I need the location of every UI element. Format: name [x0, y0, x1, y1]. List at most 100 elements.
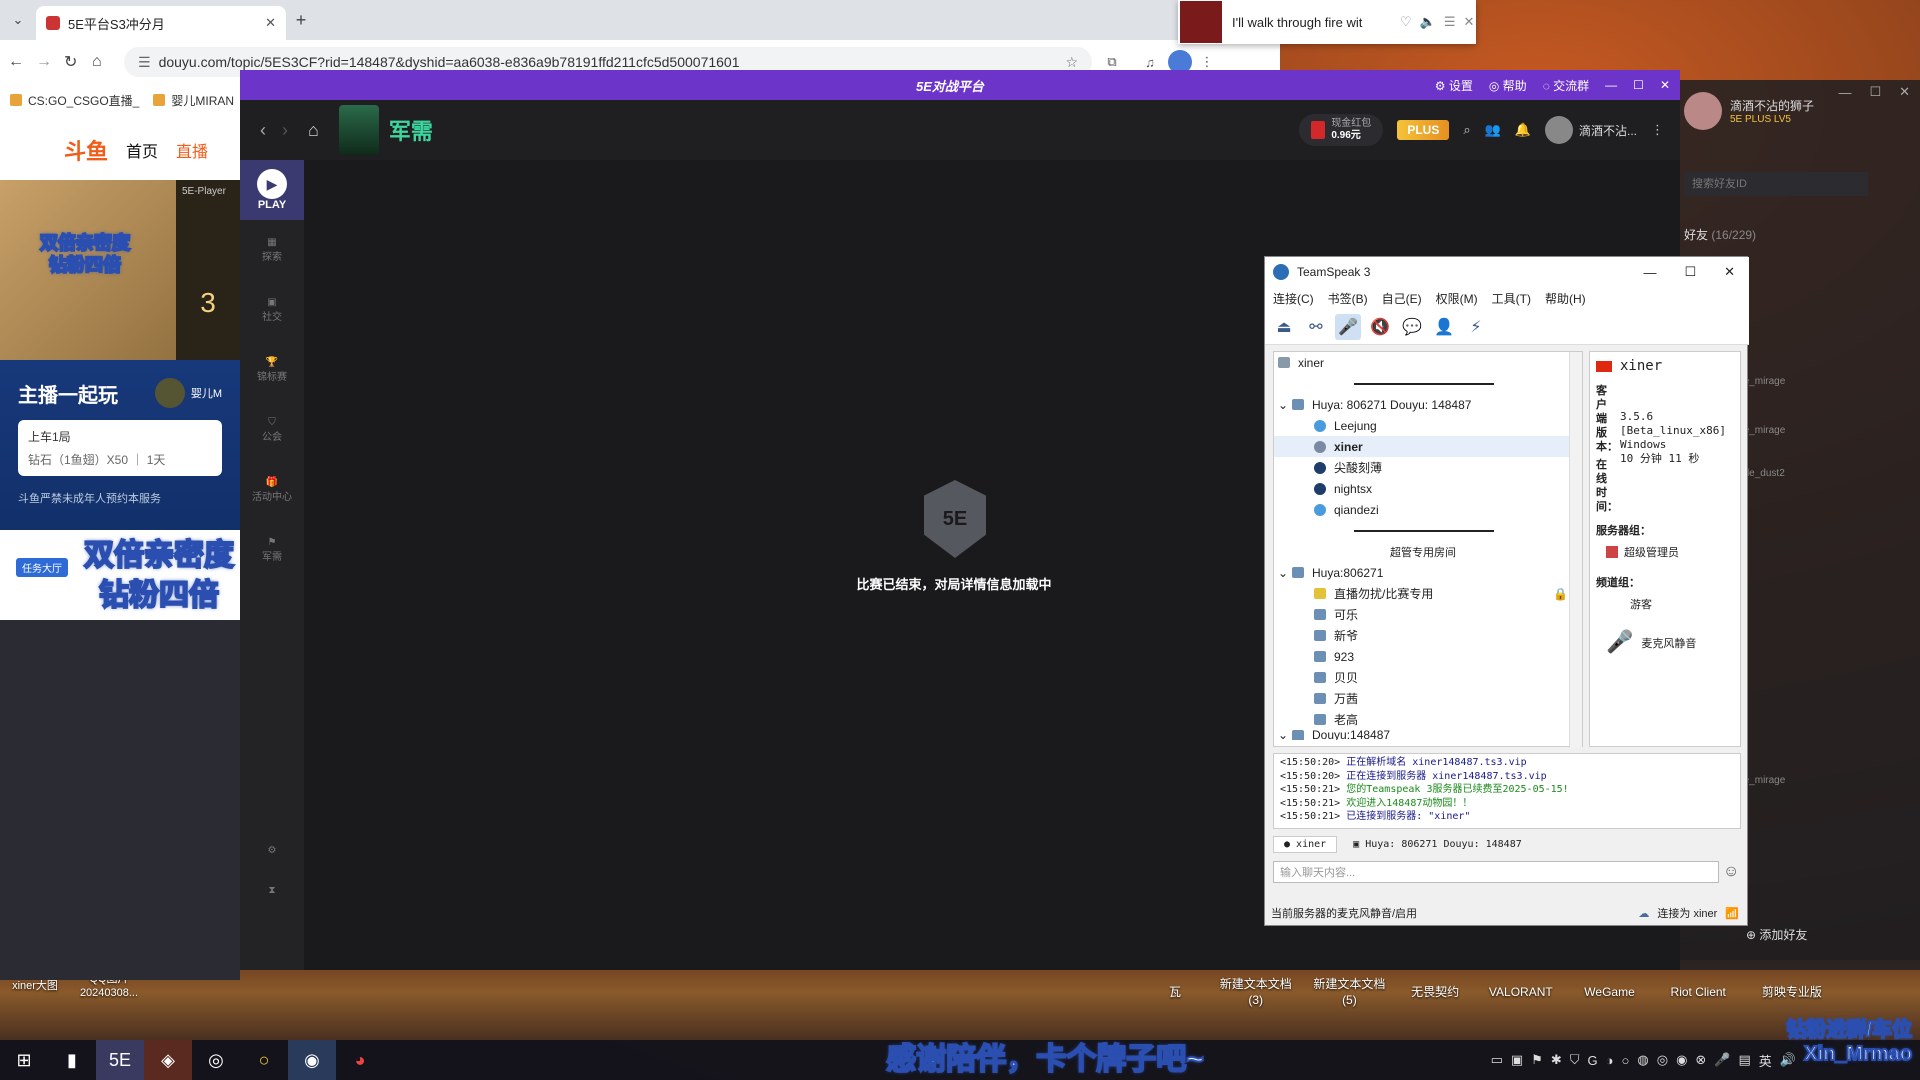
start-icon[interactable]: ⊞: [0, 1040, 48, 1080]
mic-tray-icon[interactable]: 🎤: [1714, 1052, 1730, 1068]
server-root[interactable]: xiner: [1274, 352, 1582, 373]
user-qiandezi[interactable]: qiandezi: [1274, 499, 1582, 520]
add-friend-button[interactable]: ⊕ 添加好友: [1746, 926, 1807, 943]
collapse-icon[interactable]: ⌄: [1278, 566, 1292, 580]
channel-douyu[interactable]: ⌄ Douyu:148487: [1274, 730, 1582, 740]
taskbar-steam[interactable]: ◎: [192, 1040, 240, 1080]
taskbar-app-ring[interactable]: ○: [240, 1040, 288, 1080]
forward-icon[interactable]: →: [36, 53, 64, 71]
tree-scrollbar[interactable]: [1569, 352, 1582, 748]
heart-icon[interactable]: ♡: [1400, 14, 1412, 30]
channel-huya[interactable]: ⌄ Huya:806271: [1274, 562, 1582, 583]
desktop-icon-jianying[interactable]: 剪映专业版: [1754, 984, 1830, 1000]
bookmark-miran[interactable]: 婴儿MIRAN: [153, 92, 234, 109]
collapse-icon[interactable]: ⌄: [1278, 398, 1292, 412]
tab-channel-chat[interactable]: ▣ Huya: 806271 Douyu: 148487: [1343, 837, 1532, 852]
extensions-icon[interactable]: ⧉: [1092, 54, 1132, 70]
menu-icon[interactable]: ⋮: [1192, 54, 1222, 70]
tray-icon[interactable]: ▤: [1739, 1052, 1751, 1068]
mute-speaker-icon[interactable]: 🔇: [1367, 314, 1393, 340]
bookmark-csgo[interactable]: CS:GO_CSGO直播_: [10, 92, 139, 109]
menu-permissions[interactable]: 权限(M): [1436, 290, 1478, 307]
nav-live[interactable]: 直播: [176, 138, 208, 162]
task-promo[interactable]: 任务大厅 双倍亲密度 钻粉四倍: [0, 530, 240, 620]
site-info-icon[interactable]: ☰: [138, 54, 151, 71]
promo-banner[interactable]: 双倍亲密度 钻粉四倍 5E-Player 3: [0, 180, 240, 360]
subchannel-923[interactable]: 923: [1274, 646, 1582, 667]
disconnect-icon[interactable]: ⚯: [1303, 314, 1329, 340]
bluetooth-icon[interactable]: ✱: [1551, 1052, 1562, 1068]
back-icon[interactable]: ←: [8, 53, 36, 71]
tab-server-chat[interactable]: ● xiner: [1273, 835, 1338, 853]
minimize-icon[interactable]: —: [1838, 85, 1851, 100]
whisper-icon[interactable]: ⚡: [1463, 314, 1489, 340]
subchannel-kele[interactable]: 可乐: [1274, 604, 1582, 625]
close-icon[interactable]: ✕: [1660, 78, 1670, 92]
menu-help[interactable]: 帮助(H): [1545, 290, 1586, 307]
channel-huya-douyu[interactable]: ⌄ Huya: 806271 Douyu: 148487: [1274, 394, 1582, 415]
tray-icon[interactable]: ◎: [1657, 1052, 1668, 1068]
subchannel-laogao[interactable]: 老高: [1274, 709, 1582, 730]
friend-search-input[interactable]: 搜索好友ID: [1684, 172, 1868, 196]
media-icon[interactable]: ♫: [1132, 55, 1168, 70]
friends-icon[interactable]: 👥: [1485, 122, 1501, 138]
taskbar-teamspeak[interactable]: ◉: [288, 1040, 336, 1080]
minimize-icon[interactable]: —: [1605, 78, 1617, 92]
playlist-icon[interactable]: ☰: [1444, 14, 1456, 30]
user-nightsx[interactable]: nightsx: [1274, 478, 1582, 499]
menu-bookmarks[interactable]: 书签(B): [1328, 290, 1368, 307]
bookmark-star-icon[interactable]: ☆: [1065, 54, 1078, 71]
subchannel-wanxi[interactable]: 万茜: [1274, 688, 1582, 709]
user-profile[interactable]: 滴酒不沾...: [1544, 116, 1637, 144]
volume-icon[interactable]: 🔈: [1420, 14, 1436, 30]
sidebar-item-events[interactable]: 🎁 活动中心: [240, 460, 304, 520]
connect-icon[interactable]: ⏏: [1271, 314, 1297, 340]
taskbar-chrome[interactable]: ◕: [336, 1040, 384, 1080]
plus-badge[interactable]: PLUS: [1397, 120, 1450, 140]
settings-button[interactable]: ⚙ 设置: [1435, 77, 1473, 94]
tray-icon[interactable]: ▭: [1491, 1052, 1503, 1068]
taskbar-douyu[interactable]: ◈: [144, 1040, 192, 1080]
minimize-icon[interactable]: —: [1643, 265, 1656, 280]
new-tab-icon[interactable]: +: [286, 10, 316, 31]
channel-admin-room[interactable]: 超管专用房间: [1274, 541, 1582, 562]
bell-icon[interactable]: 🔔: [1515, 122, 1531, 138]
chat-group-button[interactable]: ◌ 交流群: [1543, 77, 1589, 94]
search-icon[interactable]: ⌕: [1463, 122, 1470, 138]
desktop-icon-riot[interactable]: Riot Client: [1660, 984, 1736, 1000]
taskbar-5e[interactable]: 5E: [96, 1040, 144, 1080]
more-menu-icon[interactable]: ⋮: [1651, 122, 1664, 138]
contacts-icon[interactable]: 👤: [1431, 314, 1457, 340]
maximize-icon[interactable]: ☐: [1633, 78, 1644, 92]
close-icon[interactable]: ✕: [1899, 84, 1910, 100]
friends-header[interactable]: 好友 (16/229): [1684, 226, 1756, 243]
menu-self[interactable]: 自己(E): [1382, 290, 1422, 307]
tray-icon[interactable]: ⛉: [1570, 1052, 1580, 1068]
sidebar-item-social[interactable]: ▣ 社交: [240, 280, 304, 340]
nav-home[interactable]: 首页: [126, 138, 158, 162]
tray-icon[interactable]: ⚑: [1531, 1052, 1543, 1068]
desktop-icon-valorant[interactable]: VALORANT: [1483, 984, 1559, 1000]
sidebar-item-quartermaster[interactable]: ⚑ 军需: [240, 520, 304, 580]
tray-icon[interactable]: G: [1588, 1053, 1598, 1068]
help-button[interactable]: ◎ 帮助: [1489, 77, 1527, 94]
close-icon[interactable]: ✕: [1464, 14, 1475, 30]
steam-tray-icon[interactable]: ◉: [1676, 1052, 1687, 1068]
tray-icon[interactable]: ○: [1622, 1053, 1630, 1068]
desktop-icon-wegame[interactable]: WeGame: [1577, 984, 1643, 1000]
sidebar-item-tournament[interactable]: 🏆 锦标赛: [240, 340, 304, 400]
maximize-icon[interactable]: ☐: [1684, 264, 1696, 280]
tray-icon[interactable]: ⊗: [1695, 1052, 1706, 1068]
tray-icon[interactable]: ◑: [1606, 1053, 1614, 1068]
close-tab-icon[interactable]: ✕: [265, 15, 276, 31]
tab-5e-topic[interactable]: 5E平台S3冲分月 ✕: [36, 6, 286, 40]
desktop-icon-wa[interactable]: 瓦: [1150, 984, 1200, 1000]
play-button[interactable]: ▶ PLAY: [240, 160, 304, 220]
away-icon[interactable]: 💬: [1399, 314, 1425, 340]
mute-mic-icon[interactable]: 🎤: [1335, 313, 1361, 340]
subchannel-xinye[interactable]: 新爷: [1274, 625, 1582, 646]
desktop-icon-text-doc-5[interactable]: 新建文本文档 (5): [1311, 976, 1387, 1008]
game-order-card[interactable]: 上车1局 钻石（1鱼翅）X50 ｜ 1天: [18, 420, 222, 476]
menu-tools[interactable]: 工具(T): [1492, 290, 1531, 307]
sidebar-item-explore[interactable]: ▦ 探索: [240, 220, 304, 280]
